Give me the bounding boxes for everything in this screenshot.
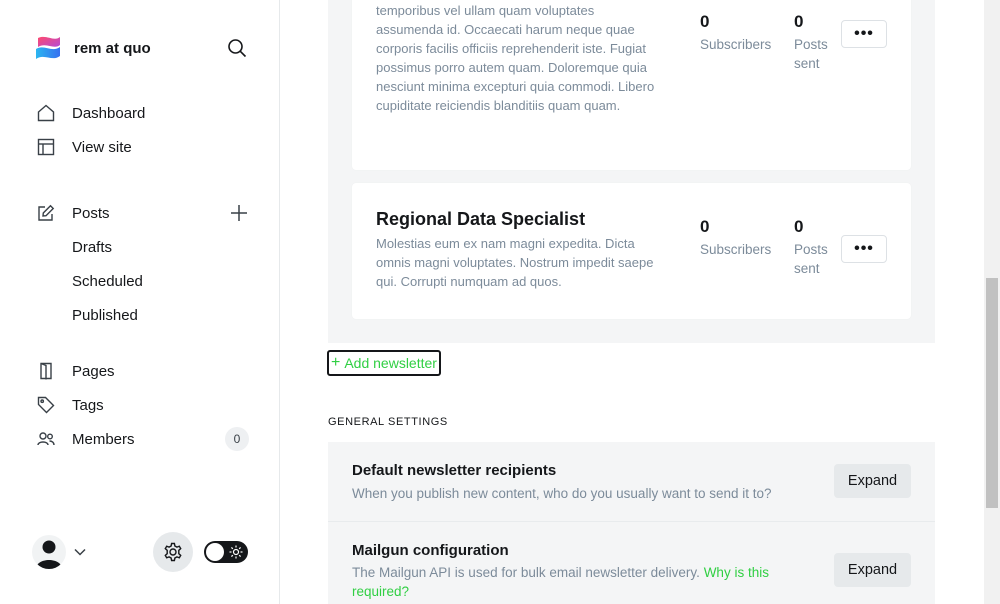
newsletter-more-button[interactable]: ••• (841, 235, 887, 263)
setting-default-recipients: Default newsletter recipients When you p… (328, 442, 935, 521)
user-avatar-icon (36, 540, 62, 569)
sidebar-item-scheduled[interactable]: Scheduled (72, 270, 143, 292)
sidebar-item-view-site[interactable]: View site (36, 135, 132, 159)
search-button[interactable] (225, 36, 249, 60)
sidebar-item-label: Pages (72, 362, 115, 380)
setting-title: Mailgun configuration (352, 542, 509, 559)
ghost-logo-icon (32, 32, 64, 64)
home-icon (36, 103, 56, 123)
scrollbar-thumb[interactable] (986, 278, 998, 508)
add-post-button[interactable] (228, 202, 250, 224)
newsletter-name: Regional Data Specialist (376, 209, 586, 229)
user-menu-avatar[interactable] (32, 535, 66, 569)
page-icon (36, 361, 56, 381)
sidebar-item-dashboard[interactable]: Dashboard (36, 101, 145, 125)
members-icon (36, 429, 56, 449)
newsletter-card[interactable]: Quod at asperiores enim impedit quaerat.… (352, 0, 911, 170)
expand-button[interactable]: Expand (834, 464, 911, 498)
sidebar-item-tags[interactable]: Tags (36, 393, 104, 417)
sidebar-item-label: Members (72, 430, 135, 448)
plus-icon: + (331, 354, 341, 371)
sun-icon (229, 545, 243, 559)
sidebar: rem at quo Dashboard View site Posts Dra… (0, 0, 280, 604)
layout-icon (36, 137, 56, 157)
main-content: Quod at asperiores enim impedit quaerat.… (280, 0, 984, 604)
sidebar-item-label: Tags (72, 396, 104, 414)
setting-mailgun: Mailgun configuration The Mailgun API is… (328, 522, 935, 604)
general-settings-heading: GENERAL SETTINGS (328, 416, 448, 428)
newsletter-posts-sent: 0 Posts sent (794, 217, 828, 276)
add-newsletter-label: Add newsletter (344, 355, 437, 371)
search-icon (228, 39, 247, 58)
newsletter-description: Molestias eum ex nam magni expedita. Dic… (376, 236, 654, 289)
sidebar-item-members[interactable]: Members (36, 427, 135, 451)
settings-button[interactable] (153, 532, 193, 572)
sidebar-item-posts[interactable]: Posts (36, 201, 110, 225)
theme-toggle[interactable] (204, 541, 248, 563)
newsletter-subscribers: 0 Subscribers (700, 217, 772, 257)
brand[interactable]: rem at quo (32, 32, 151, 64)
sidebar-item-drafts[interactable]: Drafts (72, 236, 112, 258)
expand-button[interactable]: Expand (834, 553, 911, 587)
plus-icon (231, 205, 247, 221)
newsletter-list: Quod at asperiores enim impedit quaerat.… (328, 0, 935, 343)
newsletter-description: Quod at asperiores enim impedit quaerat.… (376, 3, 655, 113)
gear-icon (164, 542, 182, 562)
user-menu-chevron[interactable] (73, 545, 87, 559)
setting-description: When you publish new content, who do you… (352, 486, 772, 501)
tag-icon (36, 395, 56, 415)
sidebar-item-label: Dashboard (72, 104, 146, 122)
members-count-badge: 0 (225, 427, 249, 451)
add-newsletter-button[interactable]: + Add newsletter (327, 350, 441, 376)
setting-title: Default newsletter recipients (352, 462, 557, 479)
chevron-down-icon (74, 548, 86, 556)
sidebar-item-published[interactable]: Published (72, 304, 138, 326)
newsletter-posts-sent: 0 Posts sent (794, 12, 828, 71)
sidebar-item-label: View site (72, 138, 132, 156)
setting-description: The Mailgun API is used for bulk email n… (352, 565, 769, 599)
newsletter-more-button[interactable]: ••• (841, 20, 887, 48)
site-title: rem at quo (74, 39, 151, 57)
newsletter-subscribers: 0 Subscribers (700, 12, 772, 52)
scrollbar[interactable] (984, 0, 1000, 604)
newsletter-card[interactable]: Regional Data Specialist Molestias eum e… (352, 183, 911, 319)
sidebar-item-label: Posts (72, 204, 110, 222)
edit-icon (36, 203, 56, 223)
sidebar-item-pages[interactable]: Pages (36, 359, 115, 383)
toggle-knob (206, 543, 224, 561)
